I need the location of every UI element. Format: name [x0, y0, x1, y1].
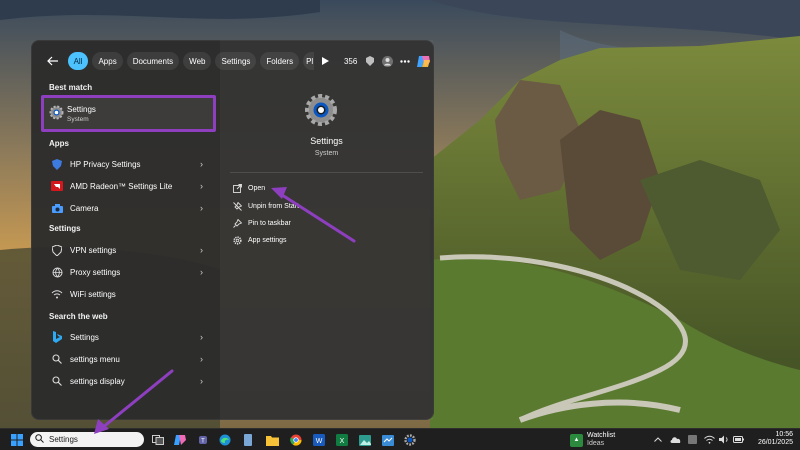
apps-heading: Apps	[49, 139, 69, 148]
onedrive-cloud-icon[interactable]	[669, 432, 681, 447]
filter-chip-all[interactable]: All	[67, 52, 89, 70]
taskbar-search-box[interactable]: Settings	[30, 432, 144, 447]
app-result-label: AMD Radeon™ Settings Lite	[70, 181, 173, 191]
chevron-up-icon[interactable]	[652, 432, 664, 447]
search-icon	[50, 374, 64, 388]
settings-taskbar-icon[interactable]	[402, 432, 418, 448]
amd-radeon-logo-icon	[50, 179, 64, 193]
preview-subtitle: System	[314, 150, 339, 157]
filter-chip-documents[interactable]: Documents	[126, 52, 180, 70]
action-label: Open	[248, 184, 266, 192]
proxy-globe-icon	[50, 265, 64, 279]
teams-icon[interactable]: T	[195, 432, 211, 448]
clock-time: 10:56	[775, 431, 793, 438]
chevron-right-icon[interactable]: ›	[200, 376, 210, 386]
battery-icon[interactable]	[732, 432, 744, 447]
copilot-taskbar-icon[interactable]	[172, 432, 188, 448]
action-unpin-from-start[interactable]: Unpin from Start	[232, 199, 412, 213]
image-app-icon[interactable]	[357, 432, 373, 448]
web-result-label: Settings	[70, 332, 99, 342]
watchlist-badge-icon: ▲	[570, 433, 583, 447]
search-icon	[35, 434, 44, 445]
setting-result-label: VPN settings	[70, 245, 117, 255]
watchlist-title: Watchlist	[587, 432, 616, 439]
search-web-heading: Search the web	[49, 312, 108, 321]
vpn-shield-icon	[50, 243, 64, 257]
wifi-icon[interactable]	[703, 432, 715, 447]
chrome-icon[interactable]	[288, 432, 304, 448]
app-result-camera[interactable]: Camera ›	[43, 198, 214, 218]
edge-icon[interactable]	[217, 432, 233, 448]
back-arrow-icon[interactable]	[46, 52, 60, 70]
web-result-label: settings display	[70, 376, 125, 386]
chevron-right-icon[interactable]: ›	[200, 332, 210, 342]
setting-result-wifi[interactable]: WiFi settings	[43, 284, 214, 304]
volume-icon[interactable]	[718, 432, 730, 447]
camera-icon	[50, 201, 64, 215]
wifi-icon	[50, 287, 64, 301]
setting-result-vpn[interactable]: VPN settings ›	[43, 240, 214, 260]
action-open[interactable]: Open	[232, 181, 412, 195]
whiteboard-icon[interactable]	[380, 432, 396, 448]
action-app-settings[interactable]: App settings	[232, 233, 412, 247]
app-result-hp-privacy-settings[interactable]: HP Privacy Settings ›	[43, 154, 214, 174]
excel-icon[interactable]: X	[334, 432, 350, 448]
search-icon	[50, 352, 64, 366]
chevron-right-icon[interactable]: ›	[200, 267, 210, 277]
web-result-settings-display[interactable]: settings display ›	[43, 371, 214, 391]
setting-result-label: WiFi settings	[70, 289, 116, 299]
app-icon[interactable]	[240, 432, 256, 448]
task-view-icon[interactable]	[150, 432, 166, 448]
settings-heading: Settings	[49, 224, 81, 233]
action-label: Unpin from Start	[248, 202, 299, 210]
word-icon[interactable]: W	[311, 432, 327, 448]
app-result-label: Camera	[70, 203, 99, 213]
action-label: App settings	[248, 236, 287, 244]
settings-gear-large-icon	[304, 93, 338, 127]
app-result-label: HP Privacy Settings	[70, 159, 141, 169]
file-explorer-icon[interactable]	[264, 432, 280, 448]
unpin-icon	[232, 201, 242, 211]
web-result-settings[interactable]: Settings ›	[43, 327, 214, 347]
chevron-right-icon[interactable]: ›	[200, 245, 210, 255]
action-pin-to-taskbar[interactable]: Pin to taskbar	[232, 216, 412, 230]
best-match-heading: Best match	[49, 83, 93, 92]
watchlist-subtitle: Ideas	[587, 440, 605, 447]
gear-icon	[232, 235, 242, 245]
system-clock[interactable]: 10:56 26/01/2025	[745, 431, 793, 447]
chevron-right-icon[interactable]: ›	[200, 203, 210, 213]
chevron-right-icon[interactable]: ›	[200, 354, 210, 364]
web-result-label: settings menu	[70, 354, 120, 364]
app-result-amd-radeon-settings-lite[interactable]: AMD Radeon™ Settings Lite ›	[43, 176, 214, 196]
filter-chip-web[interactable]: Web	[183, 52, 212, 70]
preview-title: Settings	[310, 136, 343, 146]
svg-text:T: T	[201, 439, 205, 445]
bing-logo-icon	[50, 330, 64, 344]
chevron-right-icon[interactable]: ›	[200, 159, 210, 169]
taskbar: Settings T W X ▲ Watchlist Ideas 10:56 2…	[0, 428, 800, 450]
tray-app-icon[interactable]	[686, 432, 698, 447]
taskbar-search-value: Settings	[49, 435, 78, 444]
hp-privacy-shield-icon	[50, 157, 64, 171]
filter-chip-apps[interactable]: Apps	[92, 52, 123, 70]
clock-date: 26/01/2025	[757, 439, 793, 446]
pin-icon	[232, 218, 242, 228]
preview-divider	[230, 172, 423, 173]
web-result-settings-menu[interactable]: settings menu ›	[43, 349, 214, 369]
open-external-icon	[232, 183, 242, 193]
setting-result-label: Proxy settings	[70, 267, 121, 277]
svg-text:W: W	[316, 438, 323, 445]
best-match-highlight-frame	[41, 95, 216, 132]
watchlist-widget[interactable]: ▲ Watchlist Ideas	[570, 431, 615, 449]
chevron-right-icon[interactable]: ›	[200, 181, 210, 191]
start-windows-icon[interactable]	[9, 432, 25, 448]
setting-result-proxy[interactable]: Proxy settings ›	[43, 262, 214, 282]
preview-pane: Settings System Open Unpin from Start Pi…	[220, 40, 433, 420]
svg-text:X: X	[340, 438, 345, 445]
action-label: Pin to taskbar	[248, 219, 291, 227]
